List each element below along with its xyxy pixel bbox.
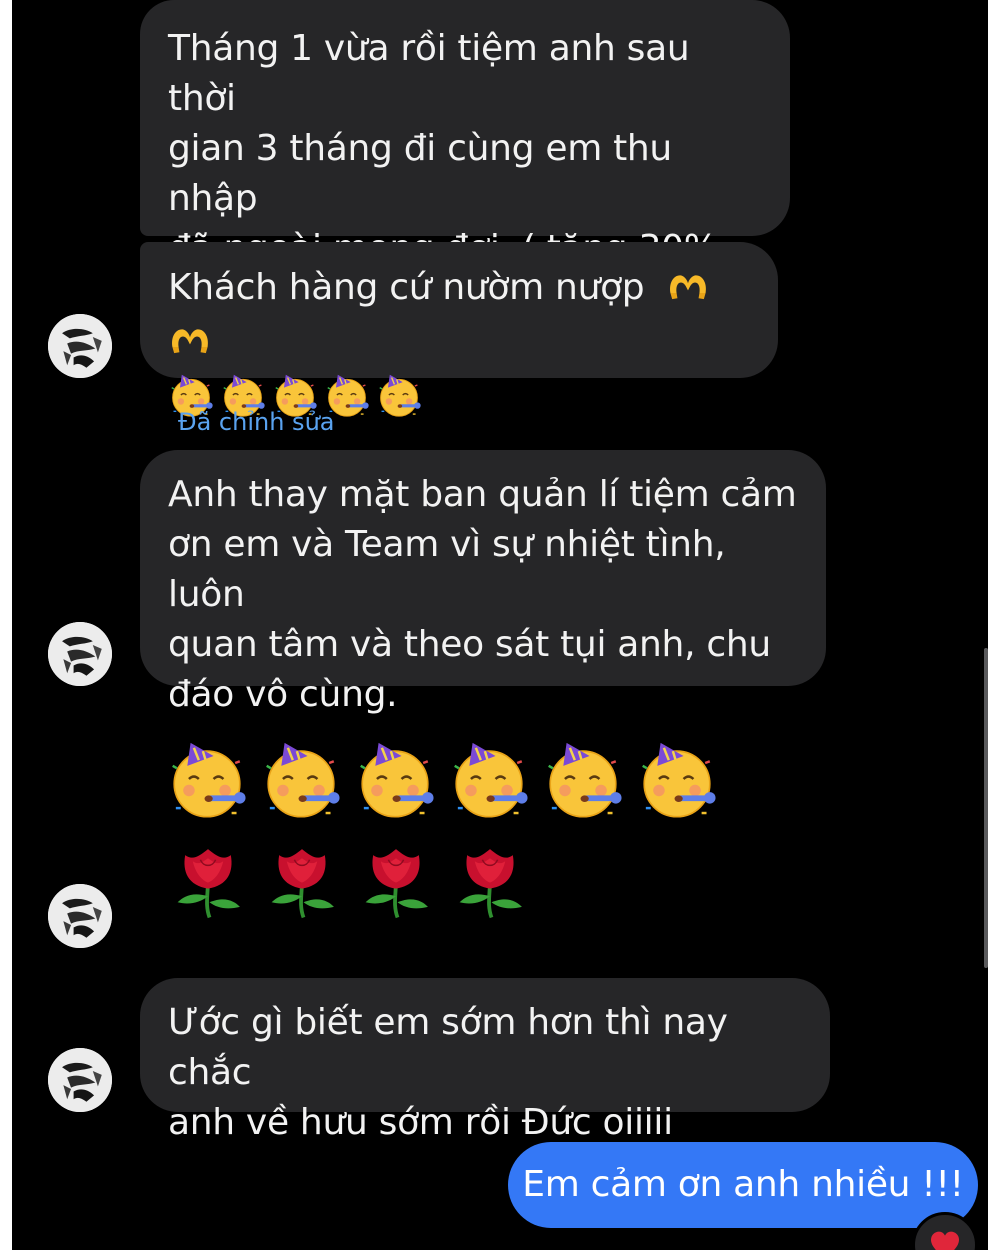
partying-face-icon — [166, 738, 248, 824]
incoming-message-bubble[interactable]: Anh thay mặt ban quản lí tiệm cảm ơn em … — [140, 450, 826, 715]
avatar[interactable] — [48, 1048, 112, 1112]
message-text: Anh thay mặt ban quản lí tiệm cảm ơn em … — [168, 474, 797, 715]
outgoing-message-bubble[interactable]: Em cảm ơn anh nhiều !!! — [508, 1142, 978, 1228]
edited-label: Đã chỉnh sửa — [178, 408, 335, 436]
partying-face-icon — [376, 372, 422, 432]
rose-icon — [358, 838, 434, 928]
incoming-message-bubble[interactable]: Khách hàng cứ nườm nượp — [140, 242, 778, 417]
avatar[interactable] — [48, 622, 112, 686]
emoji-message[interactable] — [166, 738, 718, 824]
emoji-message[interactable] — [170, 838, 528, 928]
partying-face-icon — [260, 738, 342, 824]
message-text: Khách hàng cứ nườm nượp — [168, 267, 645, 308]
message-text: Em cảm ơn anh nhiều !!! — [522, 1164, 964, 1205]
avatar[interactable] — [48, 884, 112, 948]
chat-screen: Tháng 1 vừa rồi tiệm anh sau thời gian 3… — [12, 0, 988, 1250]
rose-icon — [170, 838, 246, 928]
heart-hands-icon — [168, 316, 212, 370]
partying-face-icon — [448, 738, 530, 824]
partying-face-icon — [542, 738, 624, 824]
heart-icon — [928, 1229, 962, 1250]
incoming-message-bubble[interactable]: Tháng 1 vừa rồi tiệm anh sau thời gian 3… — [140, 0, 790, 319]
incoming-message-bubble[interactable]: Ước gì biết em sớm hơn thì nay chắc anh … — [140, 978, 830, 1143]
partying-face-icon — [354, 738, 436, 824]
avatar[interactable] — [48, 314, 112, 378]
partying-face-icon — [636, 738, 718, 824]
scrollbar[interactable] — [984, 648, 988, 968]
rose-icon — [452, 838, 528, 928]
heart-hands-icon — [666, 262, 710, 316]
rose-icon — [264, 838, 340, 928]
message-text: Ước gì biết em sớm hơn thì nay chắc anh … — [168, 1002, 728, 1143]
